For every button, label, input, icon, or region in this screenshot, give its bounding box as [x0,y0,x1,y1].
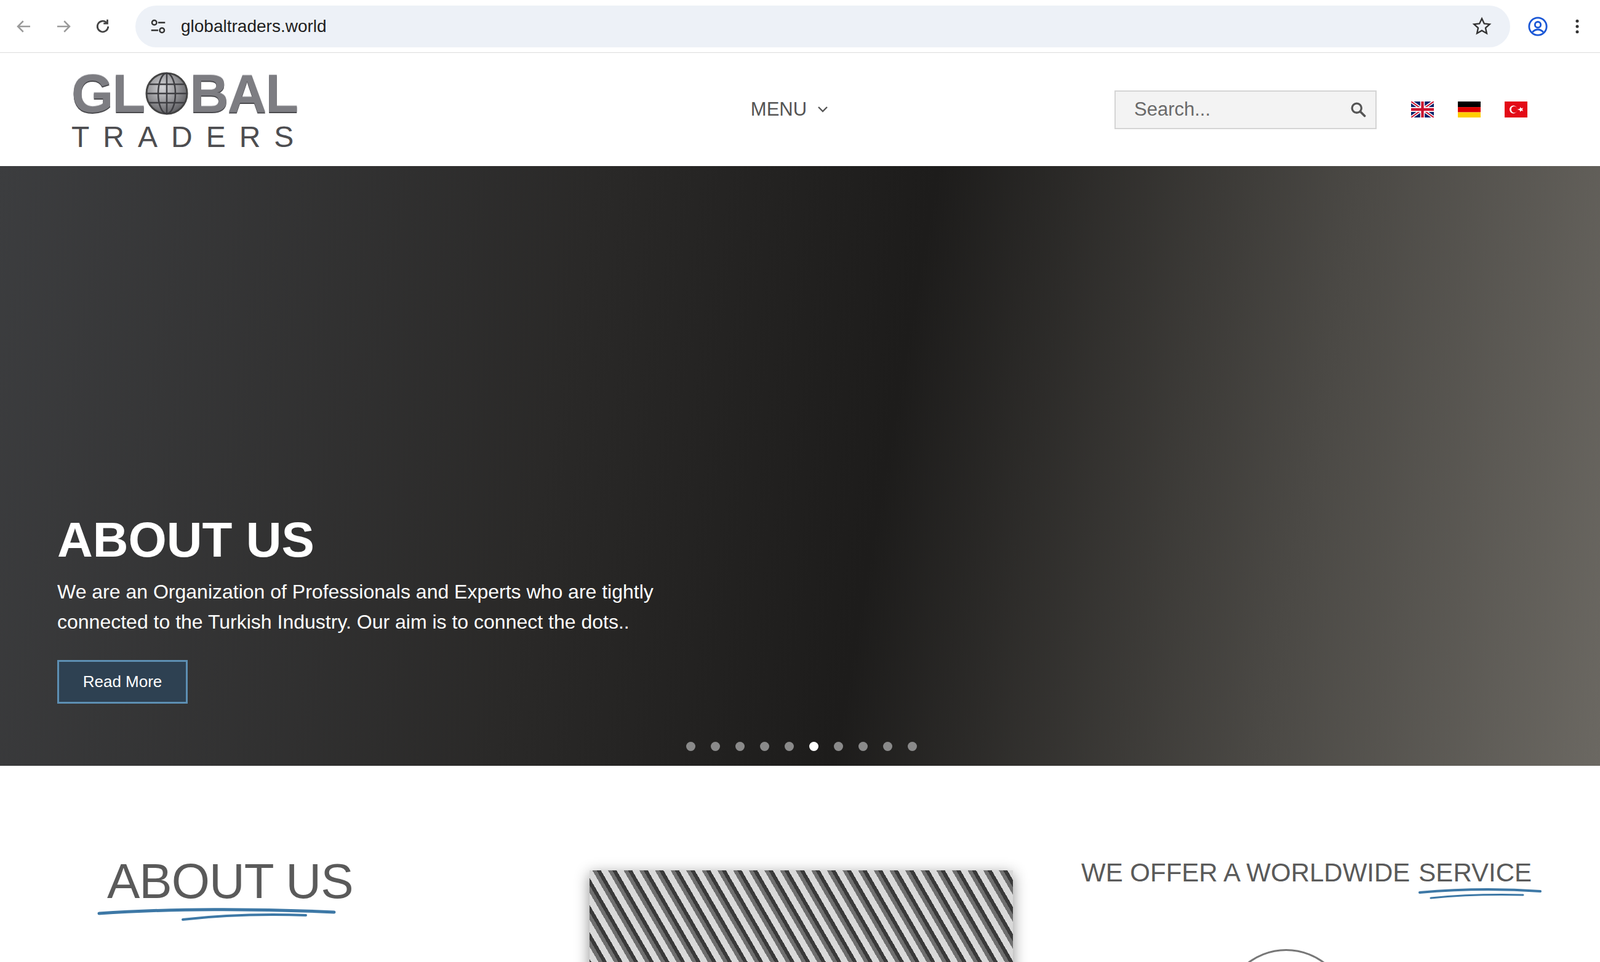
logo-text-left: GL [71,66,144,121]
about-heading: ABOUT US [107,857,590,907]
hero-slider: ABOUT US We are an Organization of Profes… [0,166,1600,767]
slider-dot[interactable] [907,742,917,752]
site-header: GL BALTRADERS MENU [0,52,1600,167]
back-button[interactable] [12,14,36,39]
flag-de-icon[interactable] [1457,101,1481,118]
decorative-circle [1222,949,1350,962]
slider-dot[interactable] [784,742,794,752]
slider-dot[interactable] [686,742,696,752]
brush-underline-icon [1418,888,1542,902]
profile-button[interactable] [1526,14,1550,39]
back-arrow-icon[interactable] [14,17,34,36]
hero-text: We are an Organization of Professionals … [57,577,735,639]
forward-button[interactable] [51,14,76,39]
service-column: WE OFFER A WORLDWIDESERVICE [1012,766,1512,962]
slider-dot[interactable] [809,742,819,752]
menu-label[interactable]: MENU [750,98,807,121]
metal-mesh-photo [589,870,1013,962]
slider-dot[interactable] [858,742,868,752]
logo-wordmark: GL BAL [71,66,306,121]
url-text[interactable]: globaltraders.world [180,16,1459,37]
header-tools [1114,90,1528,130]
hero-title: ABOUT US [57,514,1600,567]
chevron-down-icon[interactable] [816,105,829,114]
browser-toolbar: globaltraders.world [0,0,1600,53]
flag-uk-icon[interactable] [1411,101,1434,118]
about-column: ABOUT US [96,766,590,962]
language-switcher [1411,101,1528,118]
brush-underline-icon [96,906,337,925]
service-highlight: SERVICE [1418,858,1542,902]
reload-icon[interactable] [93,17,112,36]
slider-dots [686,742,917,752]
kebab-menu-icon[interactable] [1568,17,1587,36]
content-section: ABOUT US WE OFFER A WORLDWIDE SERVICE [0,766,1600,962]
slider-dot[interactable] [710,742,720,752]
service-highlight-text: SERVICE [1418,858,1542,888]
address-bar[interactable]: globaltraders.world [135,5,1511,48]
search-box[interactable] [1114,90,1377,130]
reload-button[interactable] [91,14,115,39]
profile-icon[interactable] [1527,16,1549,37]
globe-icon [144,70,190,117]
logo-subtitle: TRADERS [71,121,306,153]
search-input[interactable] [1134,93,1350,126]
image-column [589,766,1013,962]
slider-dot[interactable] [833,742,844,752]
bookmark-star-icon[interactable] [1472,16,1492,37]
main-menu[interactable]: MENU [747,93,833,126]
read-more-button[interactable]: Read More [57,660,188,704]
slider-dot[interactable] [760,742,770,752]
service-heading-text: WE OFFER A WORLDWIDE [1081,858,1410,902]
browser-menu-button[interactable] [1565,14,1589,39]
magnifier-icon[interactable] [1349,99,1367,120]
slider-dot[interactable] [735,742,745,752]
site-logo[interactable]: GL BALTRADERS [71,66,306,153]
logo-text-right: BAL [189,66,298,121]
slider-dot[interactable] [883,742,893,752]
service-heading: WE OFFER A WORLDWIDE SERVICE [1081,858,1542,902]
forward-arrow-icon[interactable] [54,17,73,36]
site-info-icon[interactable] [148,17,168,36]
flag-tr-icon[interactable] [1504,101,1528,118]
